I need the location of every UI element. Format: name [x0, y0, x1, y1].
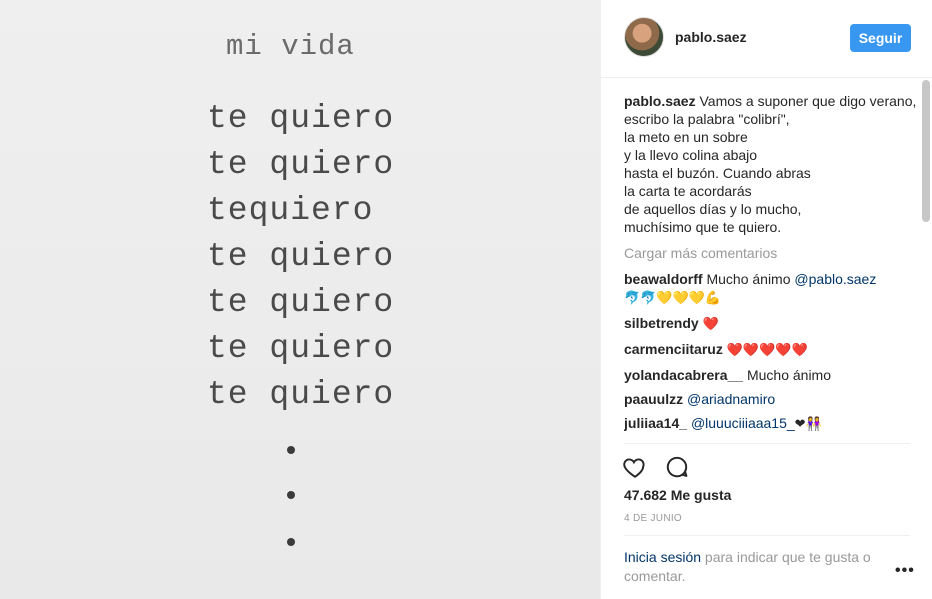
- comment-emoji: 🐬🐬💛💛💛💪: [624, 291, 722, 306]
- photo-title-text: mi vida: [226, 30, 355, 63]
- caption-text: Vamos a suponer que digo verano, escribo…: [624, 93, 917, 235]
- login-link[interactable]: Inicia sesión: [624, 549, 701, 565]
- photo-dot: [287, 446, 295, 454]
- comment-username[interactable]: juliiaa14_: [624, 415, 687, 431]
- comment-mention[interactable]: @luuuciiiaaa15_: [691, 415, 795, 431]
- photo-line: te quiero: [207, 238, 395, 275]
- photo-line: te quiero: [207, 100, 395, 137]
- post-date[interactable]: 4 DE JUNIO: [624, 513, 682, 524]
- comment-item: carmenciitaruz ❤️❤️❤️❤️❤️: [624, 340, 920, 360]
- photo-line: te quiero: [207, 376, 395, 413]
- post-header: pablo.saez Seguir: [601, 0, 932, 78]
- divider: [624, 535, 910, 536]
- comments-list[interactable]: pablo.saez Vamos a suponer que digo vera…: [624, 79, 920, 443]
- comment-emoji: ❤️: [702, 317, 719, 332]
- follow-button[interactable]: Seguir: [850, 24, 911, 52]
- photo-line: te quiero: [207, 330, 395, 367]
- comment-item: paauulzz @ariadnamiro: [624, 390, 920, 408]
- post-side-panel: pablo.saez Seguir pablo.saez Vamos a sup…: [600, 0, 932, 599]
- comment-mention[interactable]: @pablo.saez: [794, 271, 876, 287]
- comment-text: Mucho ánimo: [746, 367, 832, 383]
- photo-dot: [287, 538, 295, 546]
- caption: pablo.saez Vamos a suponer que digo vera…: [624, 92, 920, 236]
- more-options-icon[interactable]: •••: [895, 562, 915, 580]
- load-more-comments-link[interactable]: Cargar más comentarios: [624, 244, 920, 262]
- comment-emoji: ❤️❤️❤️❤️❤️: [726, 343, 808, 358]
- photo-line: te quiero: [207, 146, 395, 183]
- comment-item: silbetrendy ❤️: [624, 314, 920, 334]
- avatar[interactable]: [624, 17, 664, 57]
- comment-mention[interactable]: @ariadnamiro: [687, 391, 775, 407]
- speech-bubble-icon[interactable]: [664, 454, 690, 480]
- comment-username[interactable]: carmenciitaruz: [624, 341, 723, 357]
- comment-text: Mucho ánimo: [706, 271, 791, 287]
- comment-item: juliiaa14_ @luuuciiiaaa15_❤👭: [624, 414, 920, 434]
- comment-username[interactable]: silbetrendy: [624, 315, 699, 331]
- comment-username[interactable]: paauulzz: [624, 391, 683, 407]
- caption-username[interactable]: pablo.saez: [624, 93, 696, 109]
- comment-username[interactable]: yolandacabrera__: [624, 367, 743, 383]
- post-photo: mi vida te quiero te quiero tequiero te …: [0, 0, 600, 599]
- divider: [624, 443, 910, 444]
- comment-item: yolandacabrera__ Mucho ánimo: [624, 366, 920, 384]
- login-prompt: Inicia sesión para indicar que te gusta …: [624, 548, 894, 586]
- photo-dot: [287, 491, 295, 499]
- photo-line: te quiero: [207, 284, 395, 321]
- heart-outline-icon[interactable]: [622, 454, 648, 480]
- comment-item: beawaldorff Mucho ánimo @pablo.saez 🐬🐬💛💛…: [624, 270, 920, 308]
- likes-count[interactable]: 47.682 Me gusta: [624, 487, 731, 503]
- comment-username[interactable]: beawaldorff: [624, 271, 703, 287]
- header-username[interactable]: pablo.saez: [675, 29, 747, 45]
- comment-emoji: ❤👭: [794, 417, 822, 432]
- photo-line: tequiero: [207, 192, 374, 229]
- comments-scrollbar[interactable]: [922, 80, 930, 222]
